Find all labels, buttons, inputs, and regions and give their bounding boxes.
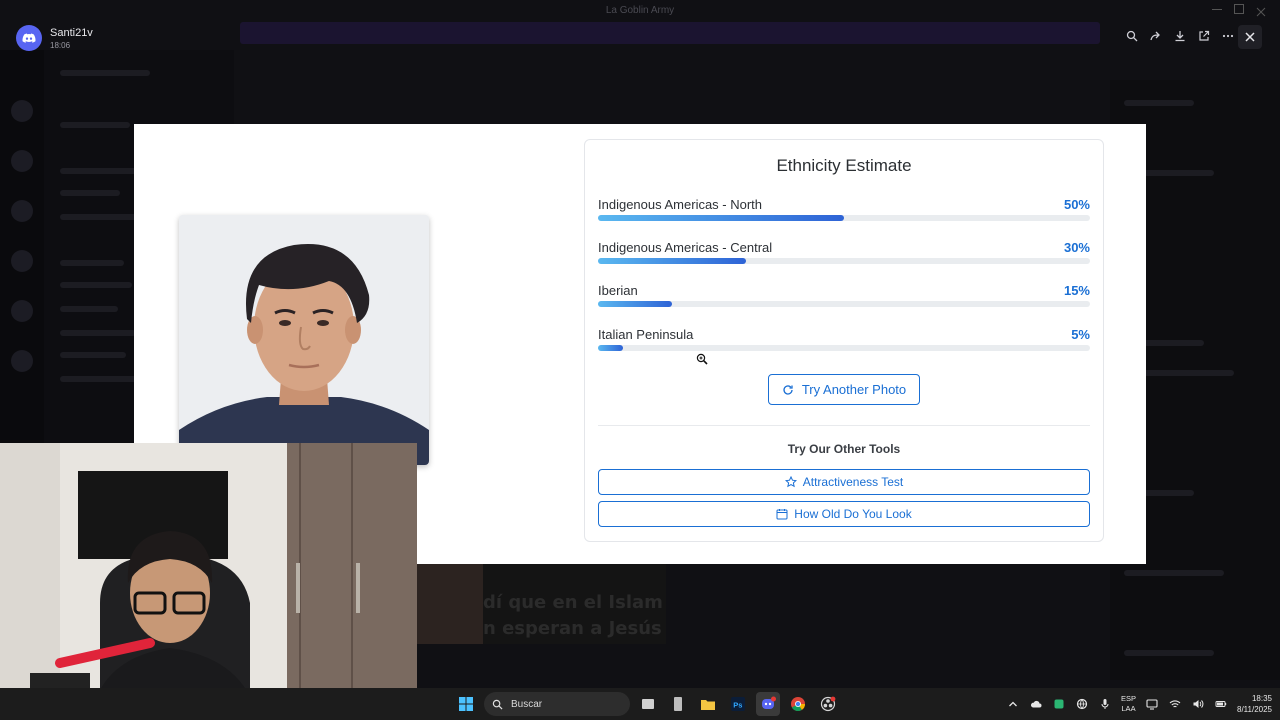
search-label: Buscar: [511, 698, 543, 710]
window-close-icon[interactable]: [1256, 4, 1266, 17]
star-icon: [784, 476, 797, 488]
zoom-icon[interactable]: [1124, 28, 1140, 44]
taskbar-apps: Buscar Ps: [454, 692, 840, 716]
download-icon[interactable]: [1172, 28, 1188, 44]
try-another-photo-label: Try Another Photo: [801, 382, 907, 397]
keyboard-layout: LAA: [1121, 704, 1136, 713]
system-clock[interactable]: 18:35 8/11/2025: [1237, 693, 1272, 715]
ethnicity-bar: [598, 258, 1090, 264]
language-code: ESP: [1120, 694, 1136, 703]
ethnicity-name: Indigenous Americas - Central: [598, 240, 773, 255]
ethnicity-name: Iberian: [598, 283, 638, 298]
server-icon: [11, 350, 33, 372]
security-icon[interactable]: [1052, 697, 1066, 711]
ethnicity-bar: [598, 345, 1090, 351]
server-icon: [11, 150, 33, 172]
forward-icon[interactable]: [1148, 28, 1164, 44]
image-viewer-header: La Goblin Army Santi21v 18:06: [0, 0, 1280, 51]
window-controls: [1212, 4, 1266, 17]
other-tools-title: Try Our Other Tools: [787, 442, 901, 456]
background-video-frame: dí que en el Islam n esperan a Jesús: [417, 564, 666, 644]
ethnicity-percent: 5%: [1071, 327, 1090, 342]
discord-taskbar-icon[interactable]: [756, 692, 780, 716]
maximize-icon[interactable]: [1234, 4, 1244, 14]
zoom-cursor-icon: [696, 353, 708, 365]
ethnicity-bar-fill: [598, 215, 844, 221]
subtitle-line: dí que en el Islam: [483, 592, 663, 613]
search-icon: [492, 699, 503, 710]
ethnicity-percent: 50%: [1063, 197, 1090, 212]
ethnicity-name: Indigenous Americas - North: [598, 197, 763, 212]
cloud-icon[interactable]: [1029, 697, 1043, 711]
task-view-icon[interactable]: [636, 692, 660, 716]
how-old-label: How Old Do You Look: [794, 507, 912, 521]
clock-date: 8/11/2025: [1237, 705, 1272, 714]
uploaded-photo: [179, 215, 429, 465]
app-icon[interactable]: [666, 692, 690, 716]
ethnicity-row: Indigenous Americas - North 50%: [598, 197, 1090, 227]
ethnicity-row: Iberian 15%: [598, 283, 1090, 313]
ethnicity-bar: [598, 215, 1090, 221]
discord-logo-icon: [22, 33, 36, 43]
windows-taskbar: Buscar Ps ESP LAA 18:35 8/11/2025: [0, 688, 1280, 720]
viewer-toolbar: [1124, 28, 1236, 44]
more-options-icon[interactable]: [1220, 28, 1236, 44]
microphone-icon[interactable]: [1098, 697, 1112, 711]
window-title: La Goblin Army: [605, 5, 675, 16]
calendar-icon: [776, 509, 788, 520]
try-another-photo-button[interactable]: Try Another Photo: [768, 374, 920, 405]
language-indicator[interactable]: ESP LAA: [1121, 694, 1136, 714]
taskbar-search[interactable]: Buscar: [484, 692, 630, 716]
ethnicity-bar-fill: [598, 345, 623, 351]
chrome-icon[interactable]: [786, 692, 810, 716]
attractiveness-test-label: Attractiveness Test: [802, 475, 904, 489]
battery-icon[interactable]: [1214, 697, 1228, 711]
ethnicity-panel: Ethnicity Estimate Indigenous Americas -…: [584, 139, 1104, 542]
photoshop-icon[interactable]: Ps: [726, 692, 750, 716]
server-icon: [11, 200, 33, 222]
webcam-overlay: [0, 443, 417, 720]
system-tray: ESP LAA 18:35 8/11/2025: [1006, 688, 1272, 720]
network-icon[interactable]: [1075, 697, 1089, 711]
server-icon: [11, 300, 33, 322]
ethnicity-name: Italian Peninsula: [598, 327, 694, 342]
ethnicity-percent: 15%: [1063, 283, 1090, 298]
close-viewer-button[interactable]: [1238, 25, 1262, 49]
attractiveness-test-button[interactable]: Attractiveness Test: [598, 469, 1090, 495]
display-icon[interactable]: [1145, 697, 1159, 711]
ethnicity-percent: 30%: [1063, 240, 1090, 255]
clock-time: 18:35: [1251, 694, 1272, 703]
ethnicity-bar: [598, 301, 1090, 307]
ethnicity-row: Italian Peninsula 5%: [598, 327, 1090, 357]
refresh-icon: [783, 384, 793, 395]
wifi-icon[interactable]: [1168, 697, 1182, 711]
dimmed-banner: [240, 22, 1100, 44]
file-explorer-icon[interactable]: [696, 692, 720, 716]
how-old-button[interactable]: How Old Do You Look: [598, 501, 1090, 527]
windows-start-icon[interactable]: [454, 692, 478, 716]
server-icon: [11, 250, 33, 272]
post-time: 18:06: [50, 41, 71, 50]
open-external-icon[interactable]: [1196, 28, 1212, 44]
minimize-icon[interactable]: [1212, 4, 1222, 10]
author-avatar[interactable]: [16, 25, 42, 51]
ethnicity-row: Indigenous Americas - Central 30%: [598, 240, 1090, 270]
panel-title: Ethnicity Estimate: [776, 156, 912, 175]
subtitle-line: n esperan a Jesús: [483, 618, 662, 639]
obs-icon[interactable]: [816, 692, 840, 716]
ethnicity-bar-fill: [598, 258, 746, 264]
chevron-up-icon[interactable]: [1006, 697, 1020, 711]
svg-text:Ps: Ps: [733, 701, 742, 710]
close-icon: [1245, 32, 1255, 42]
volume-icon[interactable]: [1191, 697, 1205, 711]
ethnicity-bar-fill: [598, 301, 672, 307]
video-thumbnail: [417, 564, 483, 644]
server-icon: [11, 100, 33, 122]
divider: [598, 425, 1090, 426]
author-name[interactable]: Santi21v: [50, 27, 93, 39]
